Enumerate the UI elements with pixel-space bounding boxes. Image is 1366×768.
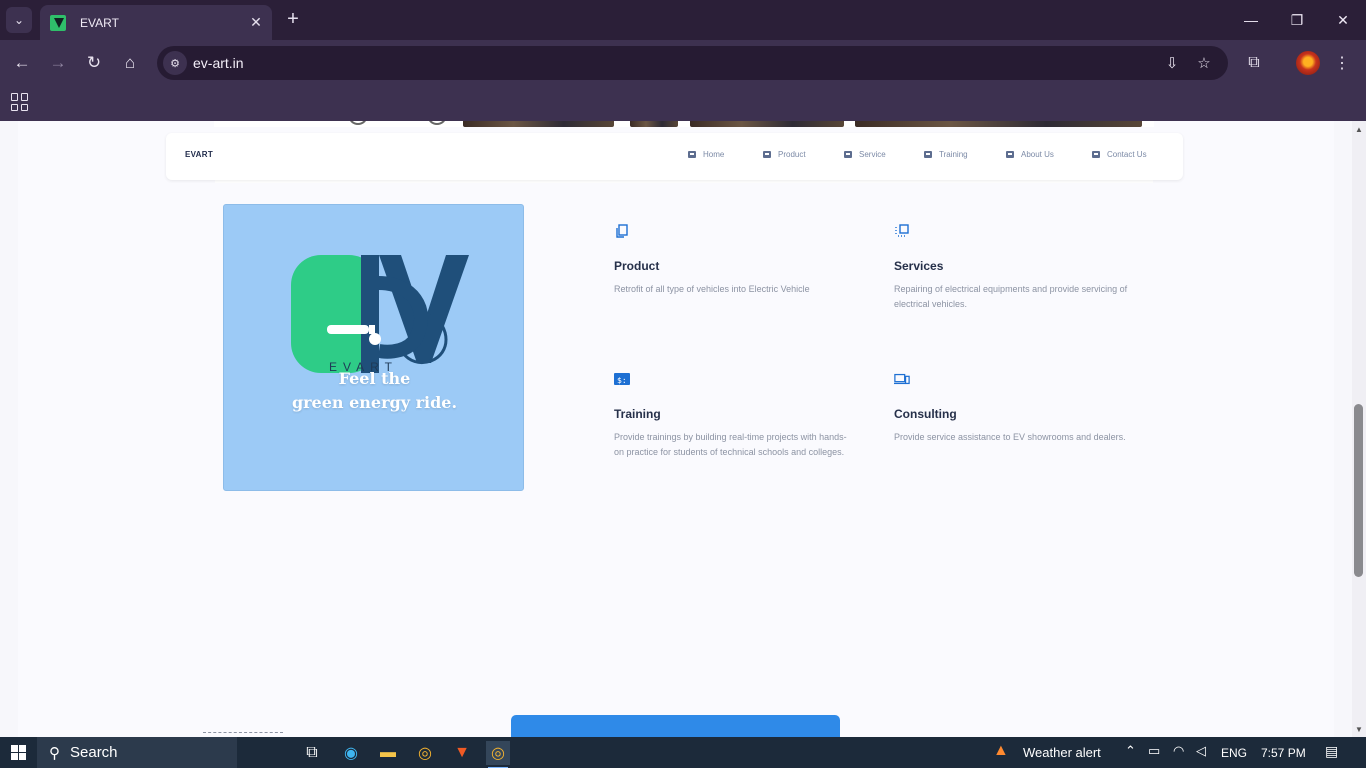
browser-toolbar: ← → ↻ ⌂ ⚙ ev-art.in ⇩ ☆ ⧉ ⋮ [0, 40, 1366, 86]
battery-icon[interactable]: ▭ [1148, 743, 1160, 759]
bookmarks-bar [0, 86, 1366, 121]
page-scrollbar[interactable]: ▲ ▼ [1352, 121, 1366, 737]
feature-title: Consulting [894, 407, 957, 421]
svg-text:$:: $: [617, 376, 627, 385]
hero-card: EVART Feel the green energy ride. [223, 204, 524, 491]
browser-tab[interactable]: EVART ✕ [40, 5, 272, 40]
feature-desc: Retrofit of all type of vehicles into El… [614, 284, 810, 294]
site-navbar: EVART Home Product Service Training Abou… [166, 133, 1183, 180]
scroll-up-icon[interactable]: ▲ [1355, 125, 1363, 134]
profile-avatar[interactable] [1296, 51, 1320, 75]
tab-title: EVART [80, 15, 119, 30]
nav-link-contact[interactable]: Contact Us [1092, 150, 1147, 159]
notifications-icon[interactable]: ▤ [1325, 743, 1338, 760]
feature-title: Training [614, 407, 661, 421]
clock[interactable]: 7:57 PM [1261, 746, 1306, 760]
window-icon [924, 151, 932, 158]
gallery-image [855, 121, 1142, 127]
feature-title: Services [894, 259, 944, 273]
wifi-icon[interactable]: ◠ [1173, 743, 1184, 759]
edge-icon[interactable]: ◉ [339, 741, 363, 765]
search-icon: ⚲ [49, 744, 60, 762]
task-view-icon[interactable]: ⧉ [300, 741, 324, 765]
install-app-icon[interactable]: ⇩ [1161, 52, 1183, 74]
arrow-left-icon: ← [13, 53, 31, 72]
feature-services: Services Repairing of electrical equipme… [894, 223, 1134, 312]
reload-icon: ↻ [86, 53, 102, 72]
feature-desc: Provide service assistance to EV showroo… [894, 432, 1126, 442]
chrome-icon[interactable]: ◎ [413, 741, 437, 765]
gallery-image [690, 121, 844, 127]
url-text[interactable]: ev-art.in [193, 55, 244, 71]
tab-search-button[interactable]: ⌄ [6, 7, 32, 33]
forward-button[interactable]: → [44, 49, 72, 77]
gallery-image [463, 121, 614, 127]
brave-icon[interactable]: ▼ [450, 741, 474, 765]
devices-icon [894, 371, 910, 387]
site-brand[interactable]: EVART [185, 150, 213, 159]
home-icon: ⌂ [124, 53, 136, 72]
new-tab-button[interactable]: + [282, 8, 304, 32]
feature-training: $: Training Provide trainings by buildin… [614, 371, 854, 460]
copy-icon [614, 223, 630, 239]
file-explorer-icon[interactable]: ▬ [376, 741, 400, 765]
minimize-button[interactable]: — [1228, 0, 1274, 40]
feature-product: Product Retrofit of all type of vehicles… [614, 223, 854, 297]
window-icon [844, 151, 852, 158]
blue-card-partial [511, 715, 840, 737]
scroll-down-icon[interactable]: ▼ [1355, 725, 1363, 734]
volume-icon[interactable]: ◁ [1196, 743, 1206, 759]
chevron-down-icon: ⌄ [13, 13, 25, 27]
gallery-image [630, 121, 678, 127]
feature-consulting: Consulting Provide service assistance to… [894, 371, 1134, 445]
menu-kebab-icon[interactable]: ⋮ [1328, 49, 1356, 77]
chevron-up-icon[interactable]: ⌃ [1125, 743, 1136, 759]
chrome-active-icon[interactable]: ◎ [486, 741, 510, 768]
taskbar-search[interactable]: ⚲ Search [37, 737, 237, 768]
tab-strip: ⌄ EVART ✕ + — ❐ ✕ [0, 0, 1366, 40]
windows-taskbar: ⚲ Search ⧉ ◉ ▬ ◎ ▼ ◎ ▲ Weather alert ⌃ ▭… [0, 737, 1366, 768]
scrollbar-thumb[interactable] [1354, 404, 1363, 577]
window-icon [1006, 151, 1014, 158]
close-window-button[interactable]: ✕ [1320, 0, 1366, 40]
window-icon [688, 151, 696, 158]
arrow-right-icon: → [49, 53, 67, 72]
address-bar[interactable]: ⚙ ev-art.in ⇩ ☆ [157, 46, 1228, 80]
back-button[interactable]: ← [8, 49, 36, 77]
terminal-icon: $: [614, 371, 630, 387]
home-button[interactable]: ⌂ [116, 49, 144, 77]
extensions-icon[interactable]: ⧉ [1240, 49, 1268, 77]
language-indicator[interactable]: ENG [1221, 746, 1247, 760]
nav-link-product[interactable]: Product [763, 150, 806, 159]
layers-icon [894, 223, 910, 239]
nav-link-home[interactable]: Home [688, 150, 724, 159]
window-icon [763, 151, 771, 158]
weather-alert-text[interactable]: Weather alert [1023, 745, 1101, 760]
feature-desc: Provide trainings by building real-time … [614, 432, 847, 457]
evart-logo-icon: EVART [291, 255, 469, 374]
reload-button[interactable]: ↻ [80, 49, 108, 77]
nav-link-training[interactable]: Training [924, 150, 968, 159]
site-info-icon[interactable]: ⚙ [163, 51, 187, 75]
window-icon [1092, 151, 1100, 158]
windows-start-icon[interactable] [11, 745, 26, 760]
feature-title: Product [614, 259, 660, 273]
feature-desc: Repairing of electrical equipments and p… [894, 284, 1128, 309]
nav-link-about[interactable]: About Us [1006, 150, 1054, 159]
bookmark-star-icon[interactable]: ☆ [1193, 52, 1215, 74]
evart-favicon-icon [50, 14, 66, 31]
nav-link-service[interactable]: Service [844, 150, 886, 159]
hero-tagline: Feel the green energy ride. [291, 369, 458, 412]
tab-close-icon[interactable]: ✕ [246, 14, 266, 31]
weather-alert-icon[interactable]: ▲ [993, 742, 1009, 760]
restore-button[interactable]: ❐ [1274, 0, 1320, 40]
page-viewport: EVART Home Product Service Training Abou… [0, 121, 1352, 737]
apps-grid-icon[interactable] [11, 93, 29, 111]
